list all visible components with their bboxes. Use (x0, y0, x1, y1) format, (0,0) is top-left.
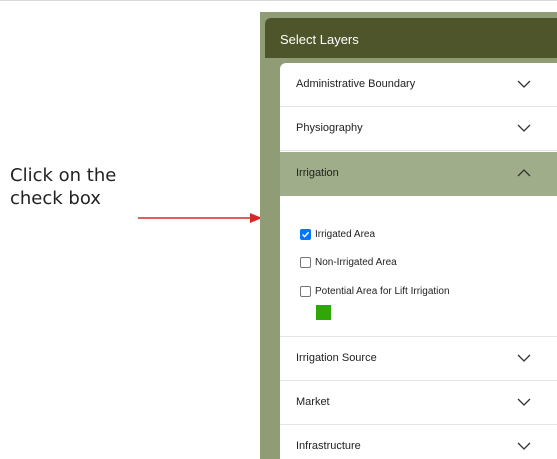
potential-lift-irrigation-checkbox[interactable] (300, 286, 311, 297)
chevron-down-icon (517, 124, 531, 132)
panel-header: Select Layers (265, 18, 557, 58)
accordion-infrastructure[interactable]: Infrastructure (280, 425, 557, 459)
section-label: Physiography (296, 122, 363, 134)
chevron-down-icon (517, 354, 531, 362)
annotation-arrow (138, 213, 262, 223)
section-label: Irrigation (296, 167, 339, 179)
screen: { "annotation": { "line1": "Click on the… (0, 0, 557, 459)
non-irrigated-area-checkbox[interactable] (300, 257, 311, 268)
checkmark-icon (301, 231, 310, 238)
layer-accordion: Administrative Boundary Physiography Irr… (280, 63, 557, 459)
irrigated-area-checkbox[interactable] (300, 229, 311, 240)
section-label: Irrigation Source (296, 352, 377, 364)
chevron-down-icon (517, 442, 531, 450)
irrigation-layer-list: Irrigated Area Non-Irrigated Area Potent… (280, 207, 557, 337)
chevron-down-icon (517, 398, 531, 406)
accordion-market[interactable]: Market (280, 381, 557, 425)
instruction-line-1: Click on the (10, 165, 117, 186)
section-label: Infrastructure (296, 440, 361, 452)
instruction-line-2: check box (10, 188, 101, 209)
chevron-down-icon (517, 80, 531, 88)
layer-label: Irrigated Area (315, 229, 376, 240)
chevron-up-icon (517, 169, 531, 177)
section-label: Market (296, 396, 330, 408)
select-layers-panel: Select Layers Administrative Boundary Ph… (260, 12, 557, 459)
section-label: Administrative Boundary (296, 78, 416, 90)
accordion-irrigation-source[interactable]: Irrigation Source (280, 337, 557, 381)
instruction-annotation: Click on the check box (10, 164, 150, 210)
accordion-irrigation[interactable]: Irrigation (280, 152, 557, 196)
top-divider (0, 0, 557, 1)
accordion-physiography[interactable]: Physiography (280, 107, 557, 151)
legend-swatch (316, 305, 331, 320)
layer-label: Non-Irrigated Area (315, 257, 397, 268)
layer-label: Potential Area for Lift Irrigation (315, 286, 450, 297)
panel-title: Select Layers (280, 32, 359, 47)
accordion-administrative-boundary[interactable]: Administrative Boundary (280, 63, 557, 107)
